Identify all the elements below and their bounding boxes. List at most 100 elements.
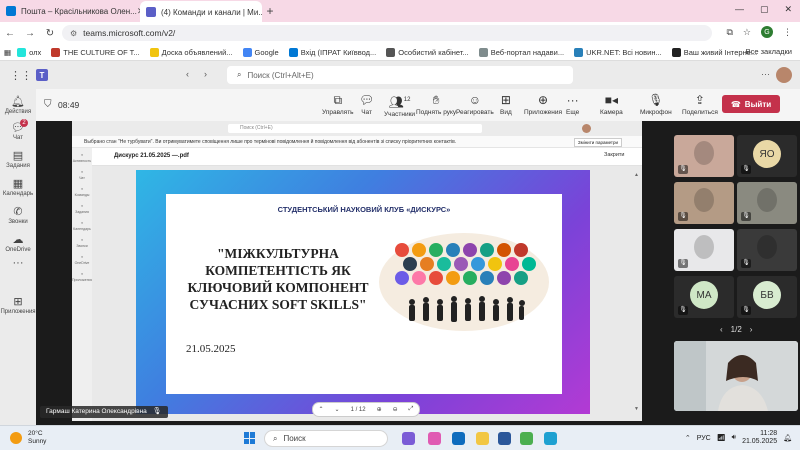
minimize-icon[interactable]: — [735, 4, 744, 15]
outlook-icon[interactable] [452, 432, 465, 445]
bookmark-item[interactable]: Веб-портал надави... [478, 47, 564, 57]
chevron-up-icon[interactable]: ⌃ [685, 434, 691, 442]
participant-initials: БВ [753, 281, 781, 309]
view-button[interactable]: ⊞ Вид [500, 93, 512, 116]
change-settings-button: Змінити параметри [573, 138, 622, 147]
language-indicator[interactable]: РУС [697, 435, 711, 442]
camera-button[interactable]: ■◂ Камера [600, 93, 623, 116]
react-button[interactable]: ☺ Реагировать [456, 93, 494, 116]
participants-button[interactable]: 👥︎12 Участники [384, 93, 415, 118]
fit-icon[interactable]: ⤢ [409, 406, 414, 413]
volume-icon[interactable]: 🔊︎ [732, 434, 736, 442]
app-launcher-icon[interactable]: ⋮⋮ [10, 69, 32, 82]
participant-tile[interactable]: ЯО 🎙︎ [737, 135, 797, 177]
bookmark-item[interactable]: Доска объявлений... [149, 47, 233, 57]
zoom-out-icon[interactable]: ⊖ [393, 406, 398, 413]
user-avatar[interactable] [776, 67, 792, 83]
scroll-up-icon[interactable]: ▲ [634, 172, 639, 178]
participant-tile[interactable]: БВ 🎙︎ [737, 276, 797, 318]
clock[interactable]: 11:28 21.05.2025 [742, 430, 777, 446]
all-bookmarks-button[interactable]: Все закладки [746, 47, 792, 56]
leave-button[interactable]: ☎ Выйти [722, 95, 780, 113]
participant-tile[interactable]: 🎙︎ [674, 229, 734, 271]
bookmark-label: олх [29, 47, 42, 57]
pdf-controls: ⌃ ⌄ 1 / 12 ⊕ ⊖ ⤢ [312, 402, 420, 417]
chevron-right-icon[interactable]: › [750, 325, 753, 334]
rail-item-assignments[interactable]: ▤ Задания [0, 149, 36, 169]
notifications-icon[interactable]: 🔔︎ [783, 434, 792, 442]
raise-hand-button[interactable]: ✋︎ Поднять руку [416, 93, 456, 116]
forward-icon[interactable]: › [204, 69, 207, 79]
bookmark-star-icon[interactable]: ☆ [743, 27, 751, 38]
bookmark-item[interactable]: THE CULTURE OF T... [51, 47, 140, 57]
apps-button[interactable]: ⊕ Приложения [524, 93, 562, 116]
profile-avatar[interactable]: G [761, 26, 773, 38]
folder-icon[interactable] [476, 432, 489, 445]
bookmark-favicon-icon [149, 47, 159, 57]
shield-icon[interactable]: ⛉ [44, 99, 52, 110]
rail-more-icon[interactable]: ··· [0, 257, 36, 270]
rail-item-chat[interactable]: 💬︎ 2 Чат [0, 119, 36, 141]
app-icon[interactable] [402, 432, 415, 445]
rail-item-activity[interactable]: 🔔︎ Действия [0, 95, 36, 115]
back-icon[interactable]: ‹ [186, 69, 189, 79]
close-window-icon[interactable]: ✕ [784, 4, 792, 15]
zoom-in-icon[interactable]: ⊕ [377, 406, 382, 413]
rail-item-calendar[interactable]: ▦ Календарь [0, 177, 36, 197]
back-icon[interactable]: ← [0, 28, 20, 39]
pdf-scrollbar[interactable]: ▲ ▼ [634, 172, 639, 412]
rail-item-calls[interactable]: ✆ Звонки [0, 205, 36, 225]
install-app-icon[interactable]: ⧉ [726, 27, 732, 38]
copilot-icon[interactable] [428, 432, 441, 445]
weather-widget[interactable]: 20°C Sunny [10, 430, 46, 446]
rail-item-onedrive[interactable]: ☁ OneDrive [0, 233, 36, 253]
bookmark-item[interactable]: Вхід (ІПРАТ Київвод... [288, 47, 376, 57]
search-placeholder: Поиск (Ctrl+Alt+E) [247, 70, 314, 80]
bookmark-label: Google [254, 47, 279, 57]
chrome-icon[interactable] [520, 432, 533, 445]
forward-icon[interactable]: → [20, 28, 40, 39]
teams-search-input[interactable]: ⌕ Поиск (Ctrl+Alt+E) [227, 66, 573, 84]
participant-tile[interactable]: 🎙︎ [737, 182, 797, 224]
bookmark-item[interactable]: Google [242, 47, 279, 57]
page-indicator[interactable]: 1 / 12 [351, 407, 366, 413]
self-video-tile[interactable] [674, 341, 798, 411]
search-icon: ⌕ [273, 433, 278, 443]
more-options-icon[interactable]: ··· [761, 69, 770, 79]
bookmark-item[interactable]: олх [17, 47, 42, 57]
word-icon[interactable] [498, 432, 511, 445]
bookmark-item[interactable]: UKR.NET: Всі новин... [574, 47, 662, 57]
new-tab-button[interactable]: + [262, 4, 278, 18]
chevron-down-icon[interactable]: ⌄ [335, 406, 340, 413]
browser-tab-teams[interactable]: (4) Команди и канали | Ми... ✕ [140, 1, 262, 23]
reload-icon[interactable]: ↻ [40, 28, 60, 39]
bookmark-item[interactable]: Особистий кабінет... [386, 47, 469, 57]
rail-item-apps[interactable]: ⊞ Приложения [0, 295, 36, 315]
chevron-left-icon[interactable]: ‹ [720, 325, 723, 334]
wifi-icon[interactable]: 📶︎ [717, 434, 726, 442]
camera-icon: ■◂ [604, 93, 618, 107]
manage-button[interactable]: ⧉ Управлять [322, 93, 354, 116]
site-info-icon[interactable]: ⚙ [70, 29, 77, 38]
bookmark-item[interactable]: Ваш живий Інтерне... [671, 47, 757, 57]
scroll-down-icon[interactable]: ▼ [634, 406, 639, 412]
apps-grid-icon[interactable]: ▦ [4, 48, 11, 57]
tool-label: Камера [600, 109, 623, 116]
menu-icon[interactable]: ⋮ [783, 27, 792, 38]
windows-start-icon[interactable] [244, 432, 256, 444]
maximize-icon[interactable]: ▢ [760, 4, 769, 15]
browser-tab-mail[interactable]: Пошта – Красільникова Олен... ✕ [0, 0, 140, 22]
share-button[interactable]: ⇪ Поделиться [682, 93, 718, 116]
participant-tile[interactable]: 🎙︎ [674, 135, 734, 177]
taskbar-search[interactable]: ⌕ Поиск [264, 430, 388, 447]
participant-tile[interactable]: 🎙︎ [674, 182, 734, 224]
participant-tile[interactable]: МА 🎙︎ [674, 276, 734, 318]
microphone-button[interactable]: 🎙︎ Микрофон [640, 93, 672, 116]
more-button[interactable]: ··· Еще [566, 93, 579, 116]
participant-tile[interactable]: 🎙︎ [737, 229, 797, 271]
url-input[interactable]: ⚙ teams.microsoft.com/v2/ [62, 25, 712, 41]
edge-icon[interactable] [544, 432, 557, 445]
chat-button[interactable]: 💬︎ Чат [359, 93, 374, 116]
slide-title-line: КОМПЕТЕНТІСТЬ ЯК [205, 263, 351, 278]
chevron-up-icon[interactable]: ⌃ [319, 406, 324, 413]
